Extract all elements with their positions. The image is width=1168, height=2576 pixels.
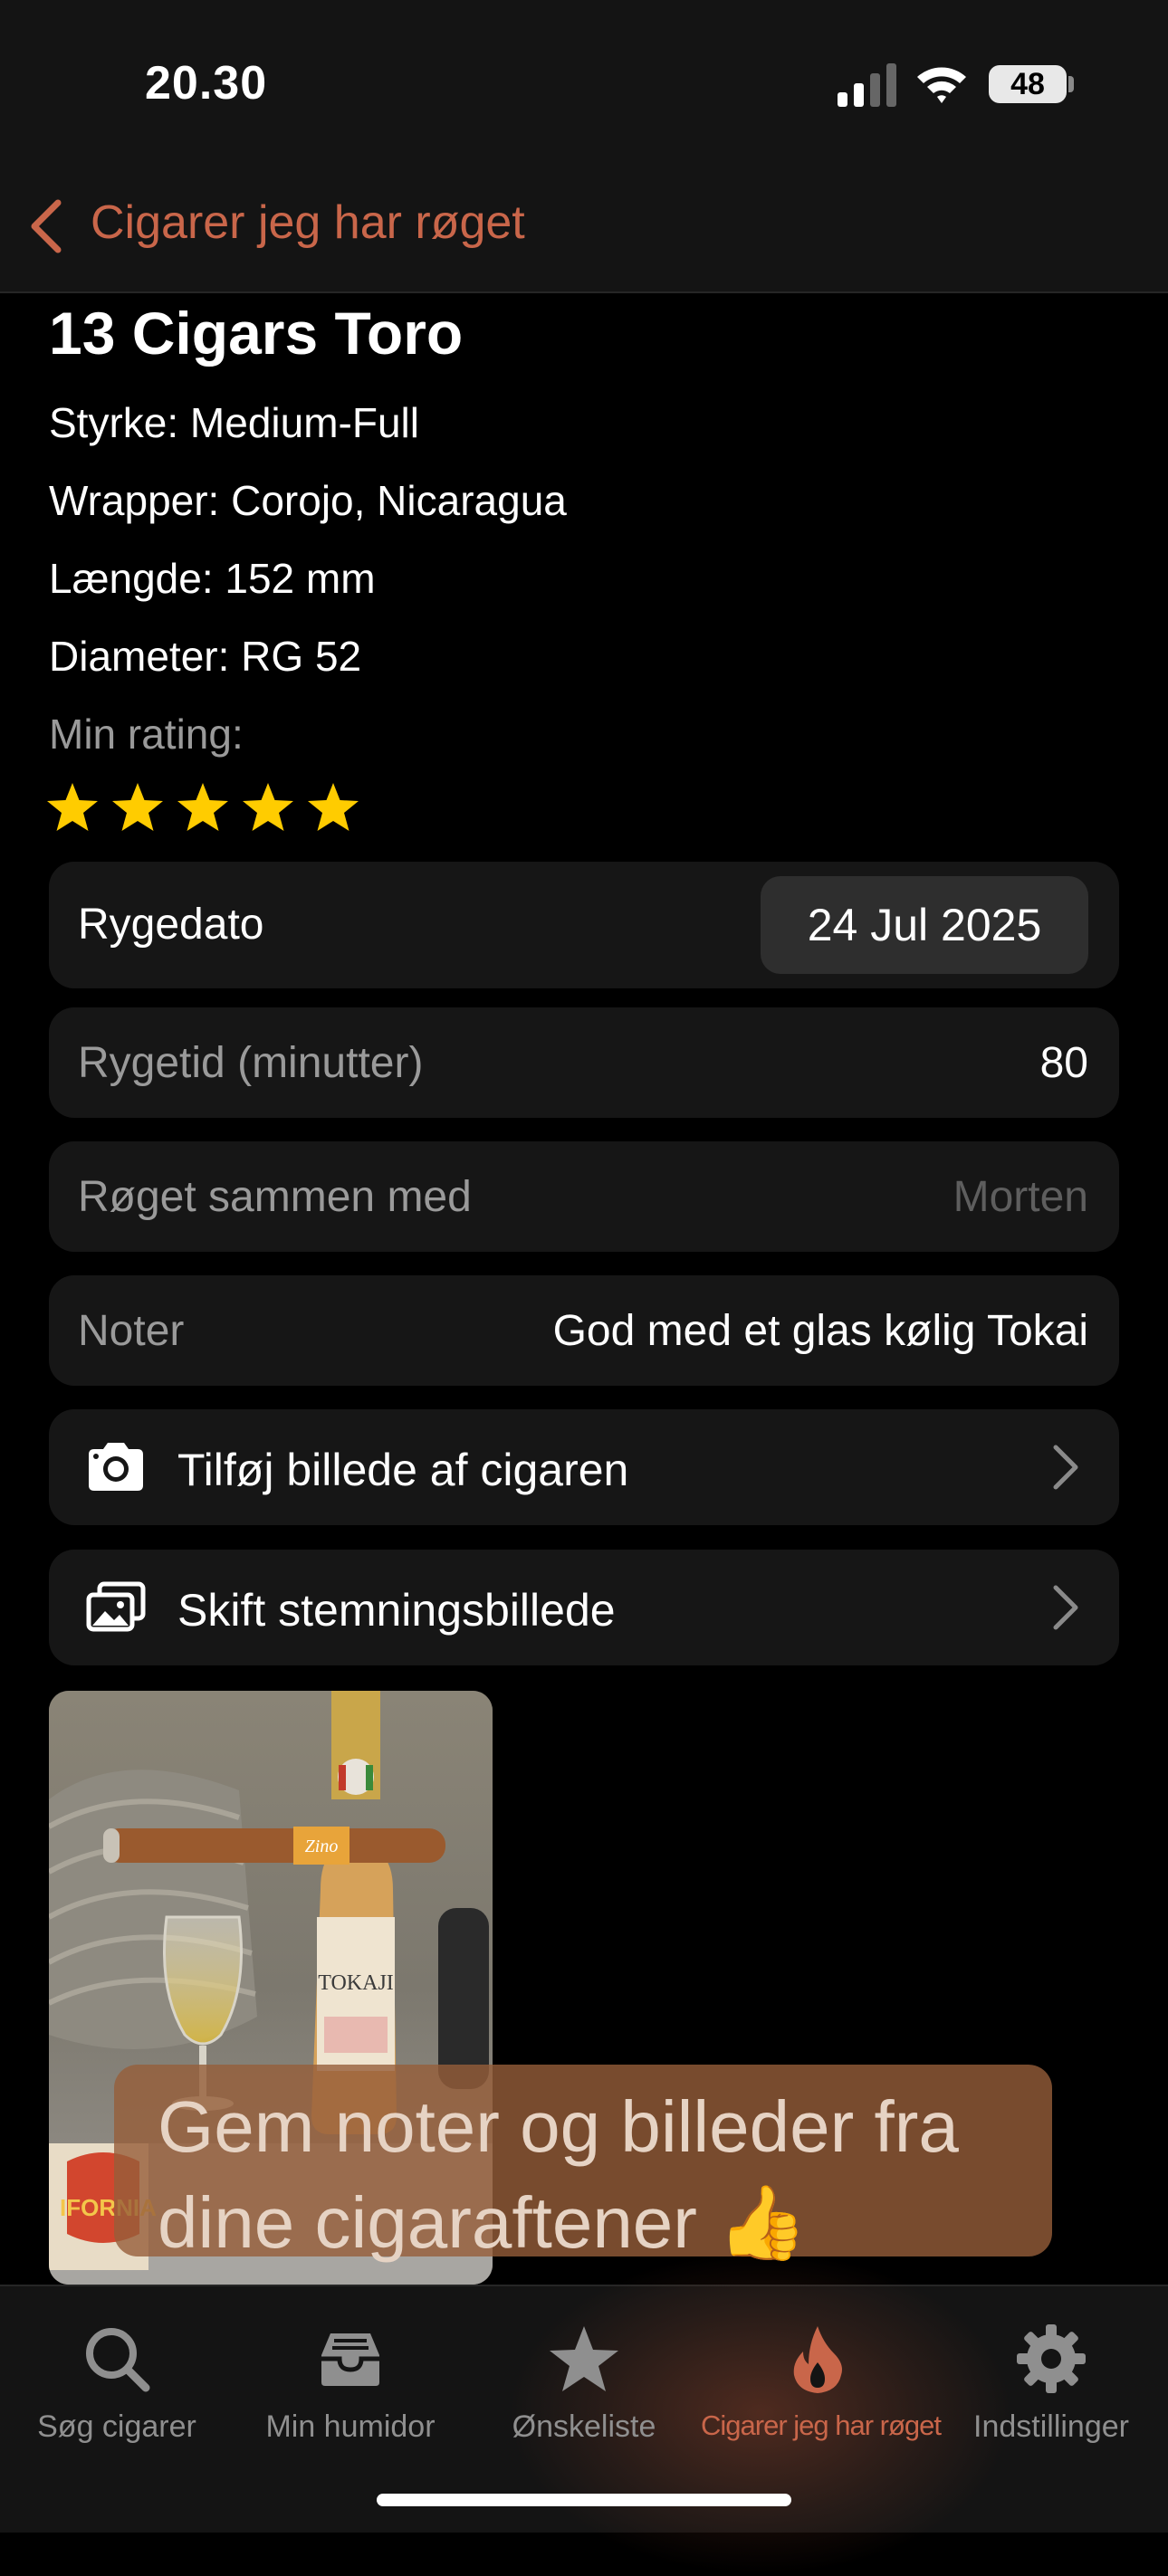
star-icon[interactable] — [45, 780, 100, 835]
chevron-right-icon — [1053, 1585, 1078, 1630]
promo-banner: Gem noter og billeder fra dine cigarafte… — [114, 2065, 1052, 2263]
notes-label: Noter — [78, 1307, 185, 1355]
tab-my-humidor[interactable]: Min humidor — [234, 2304, 467, 2467]
battery-level: 48 — [1010, 66, 1045, 101]
navigation-bar: Cigarer jeg har røget — [0, 154, 1168, 293]
cellular-signal-icon — [838, 63, 896, 107]
smoke-date-picker[interactable]: 24 Jul 2025 — [761, 876, 1088, 974]
cigar-band-label: Zino — [305, 1837, 339, 1856]
bottle-label: TOKAJI — [318, 1971, 394, 1995]
search-icon — [86, 2328, 150, 2392]
add-photo-label: Tilføj billede af cigaren — [177, 1445, 629, 1495]
tab-wishlist[interactable]: Ønskeliste — [467, 2304, 701, 2467]
flame-icon — [793, 2326, 842, 2393]
tab-settings[interactable]: Indstillinger — [934, 2304, 1168, 2467]
add-cigar-photo-button[interactable]: Tilføj billede af cigaren — [49, 1409, 1119, 1525]
chevron-left-icon[interactable] — [25, 197, 65, 255]
smoked-with-row[interactable]: Røget sammen med Morten — [49, 1141, 1119, 1252]
star-icon[interactable] — [110, 780, 165, 835]
cigar-strength: Styrke: Medium-Full — [49, 399, 419, 446]
back-button[interactable]: Cigarer jeg har røget — [91, 196, 525, 250]
smoke-time-label: Rygetid (minutter) — [78, 1039, 424, 1087]
cigar-wrapper: Wrapper: Corojo, Nicaragua — [49, 477, 567, 524]
tab-search-cigars[interactable]: Søg cigarer — [0, 2304, 234, 2467]
home-indicator — [377, 2494, 791, 2506]
star-rating[interactable] — [45, 780, 360, 835]
tab-label: Ønskeliste — [512, 2409, 656, 2444]
tray-icon — [321, 2333, 379, 2386]
notes-row[interactable]: Noter God med et glas kølig Tokai — [49, 1275, 1119, 1386]
change-mood-photo-label: Skift stemningsbillede — [177, 1585, 616, 1636]
change-mood-photo-button[interactable]: Skift stemningsbillede — [49, 1550, 1119, 1665]
star-icon — [550, 2326, 618, 2391]
gear-icon — [1017, 2324, 1086, 2393]
chevron-right-icon — [1053, 1445, 1078, 1490]
tab-label: Søg cigarer — [37, 2409, 196, 2444]
smoked-with-label: Røget sammen med — [78, 1173, 472, 1221]
notes-input[interactable]: God med et glas kølig Tokai — [553, 1306, 1088, 1356]
tab-label: Cigarer jeg har røget — [701, 2409, 942, 2441]
cigar-diameter: Diameter: RG 52 — [49, 633, 362, 680]
star-icon[interactable] — [241, 780, 295, 835]
smoked-with-input[interactable]: Morten — [953, 1172, 1088, 1222]
tab-smoked-cigars[interactable]: Cigarer jeg har røget — [701, 2304, 942, 2467]
smoke-date-row: Rygedato 24 Jul 2025 — [49, 862, 1119, 988]
star-icon[interactable] — [176, 780, 230, 835]
cigar-length: Længde: 152 mm — [49, 555, 376, 602]
star-icon[interactable] — [306, 780, 360, 835]
tab-label: Indstillinger — [973, 2409, 1129, 2444]
wifi-icon — [917, 67, 966, 103]
battery-icon: 48 — [989, 65, 1067, 103]
status-bar: 20.30 48 — [0, 0, 1168, 154]
cigar-name: 13 Cigars Toro — [49, 300, 464, 367]
promo-line-1: Gem noter og billeder fra — [158, 2086, 959, 2167]
smoke-time-row[interactable]: Rygetid (minutter) 80 — [49, 1007, 1119, 1118]
smoke-date-label: Rygedato — [78, 901, 264, 949]
rating-label: Min rating: — [49, 711, 244, 758]
photos-icon — [86, 1581, 146, 1632]
smoke-time-input[interactable]: 80 — [1040, 1038, 1088, 1088]
tab-label: Min humidor — [265, 2409, 436, 2444]
camera-icon — [89, 1443, 143, 1491]
status-time: 20.30 — [145, 57, 268, 110]
battery-cap — [1068, 76, 1074, 92]
